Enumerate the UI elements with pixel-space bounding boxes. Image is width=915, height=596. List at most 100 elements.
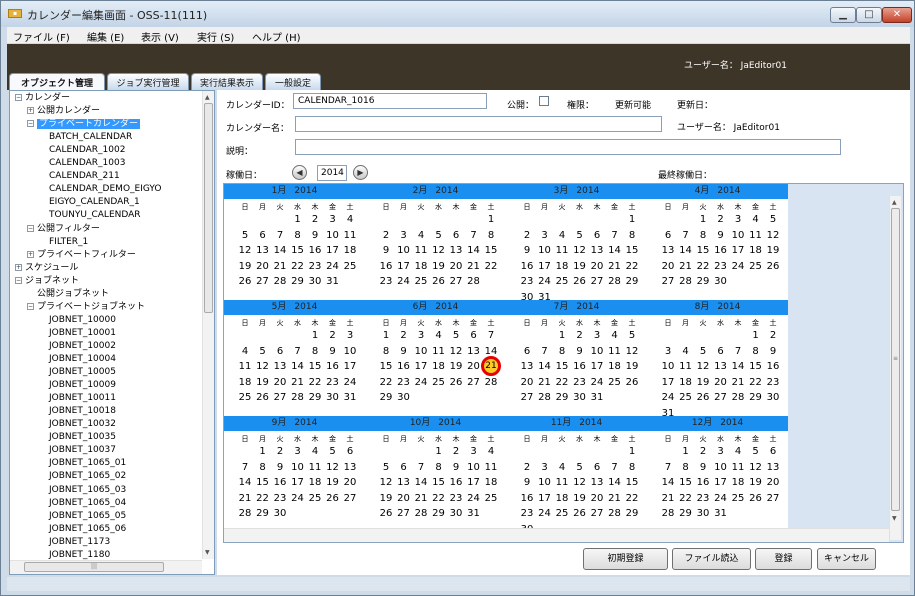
calendar-day[interactable]: 13 bbox=[448, 244, 464, 257]
calendar-day[interactable]: 17 bbox=[537, 260, 553, 273]
calendar-day[interactable]: 27 bbox=[660, 275, 676, 288]
year-input[interactable]: 2014 bbox=[317, 165, 347, 181]
calendar-day[interactable]: 22 bbox=[483, 260, 499, 273]
calendar-day[interactable]: 12 bbox=[255, 360, 271, 373]
calendar-day[interactable]: 24 bbox=[342, 376, 358, 389]
calendar-day[interactable]: 4 bbox=[678, 345, 694, 358]
calendar-day[interactable]: 17 bbox=[396, 260, 412, 273]
calendar-day[interactable]: 9 bbox=[272, 461, 288, 474]
calendar-day[interactable]: 23 bbox=[272, 492, 288, 505]
tree-node[interactable]: + スケジュール bbox=[15, 263, 78, 274]
tree-node[interactable]: JOBNET_10002 bbox=[49, 341, 116, 352]
calendar-day[interactable]: 11 bbox=[237, 360, 253, 373]
calendar-day[interactable]: 11 bbox=[431, 345, 447, 358]
calendar-day[interactable]: 31 bbox=[325, 275, 341, 288]
calendar-day[interactable]: 25 bbox=[748, 260, 764, 273]
calendar-day[interactable]: 1 bbox=[678, 445, 694, 458]
calendar-day[interactable]: 6 bbox=[396, 461, 412, 474]
tree-scroll-thumb[interactable] bbox=[204, 103, 213, 313]
calendar-day[interactable]: 13 bbox=[466, 345, 482, 358]
calendar-day[interactable]: 17 bbox=[589, 360, 605, 373]
calendar-day[interactable]: 22 bbox=[378, 376, 394, 389]
calendar-day[interactable]: 20 bbox=[713, 376, 729, 389]
calendar-day[interactable]: 29 bbox=[378, 391, 394, 404]
calendar-day[interactable]: 4 bbox=[554, 229, 570, 242]
calendar-day[interactable]: 13 bbox=[589, 476, 605, 489]
calendar-day[interactable]: 22 bbox=[695, 260, 711, 273]
calendar-day[interactable]: 4 bbox=[554, 461, 570, 474]
calendar-day[interactable]: 15 bbox=[624, 476, 640, 489]
calendar-day[interactable]: 16 bbox=[378, 260, 394, 273]
calendar-day[interactable]: 4 bbox=[431, 329, 447, 342]
calendar-day[interactable]: 7 bbox=[607, 461, 623, 474]
calendar-day[interactable]: 2 bbox=[307, 213, 323, 226]
calendar-day[interactable]: 29 bbox=[290, 275, 306, 288]
calendar-day[interactable]: 20 bbox=[466, 360, 482, 373]
calendar-day[interactable]: 9 bbox=[396, 345, 412, 358]
initial-register-button[interactable]: 初期登録 bbox=[583, 548, 668, 570]
calendar-day[interactable]: 16 bbox=[307, 244, 323, 257]
calendar-day[interactable]: 16 bbox=[695, 476, 711, 489]
calendar-day[interactable]: 2 bbox=[572, 329, 588, 342]
calendar-day[interactable]: 15 bbox=[307, 360, 323, 373]
calendar-day[interactable]: 2 bbox=[378, 229, 394, 242]
calendar-day[interactable]: 8 bbox=[695, 229, 711, 242]
tree-node[interactable]: JOBNET_1065_01 bbox=[49, 458, 126, 469]
calendar-day[interactable]: 13 bbox=[589, 244, 605, 257]
calendar-day[interactable]: 10 bbox=[589, 345, 605, 358]
calendar-day[interactable]: 6 bbox=[765, 445, 781, 458]
calendar-day[interactable]: 16 bbox=[713, 244, 729, 257]
calendar-day[interactable]: 13 bbox=[272, 360, 288, 373]
tab-object-management[interactable]: オブジェクト管理 bbox=[9, 73, 105, 90]
calendar-day[interactable]: 4 bbox=[307, 445, 323, 458]
calendar-day[interactable]: 23 bbox=[713, 260, 729, 273]
calendar-day[interactable]: 25 bbox=[730, 492, 746, 505]
calendar-day[interactable]: 25 bbox=[431, 376, 447, 389]
calendar-day[interactable]: 26 bbox=[448, 376, 464, 389]
calendar-day[interactable]: 7 bbox=[466, 229, 482, 242]
calendar-day[interactable]: 7 bbox=[413, 461, 429, 474]
object-tree[interactable]: ▲ ▼ ||| − カレンダー + 公開カレンダー − プライベートカレンダー BATCH_… bbox=[9, 90, 215, 575]
calendar-day[interactable]: 14 bbox=[466, 244, 482, 257]
calendar-day[interactable]: 10 bbox=[466, 461, 482, 474]
calendar-day[interactable]: 6 bbox=[589, 229, 605, 242]
calendar-day[interactable]: 9 bbox=[519, 244, 535, 257]
calendar-day[interactable]: 26 bbox=[572, 275, 588, 288]
calendar-day[interactable]: 16 bbox=[325, 360, 341, 373]
calendar-day[interactable]: 21 bbox=[537, 376, 553, 389]
calendar-day[interactable]: 14 bbox=[272, 244, 288, 257]
calendar-day[interactable]: 22 bbox=[307, 376, 323, 389]
calendar-day[interactable]: 10 bbox=[537, 244, 553, 257]
calendar-day[interactable]: 16 bbox=[765, 360, 781, 373]
calendar-day[interactable]: 25 bbox=[342, 260, 358, 273]
calendar-day[interactable]: 1 bbox=[624, 213, 640, 226]
tree-node[interactable]: − カレンダー bbox=[15, 93, 70, 104]
calendar-day[interactable]: 21 bbox=[607, 260, 623, 273]
calendar-day[interactable]: 7 bbox=[483, 329, 499, 342]
tree-node[interactable]: JOBNET_1065_02 bbox=[49, 471, 126, 482]
calendar-day[interactable]: 6 bbox=[519, 345, 535, 358]
calendar-day[interactable]: 6 bbox=[272, 345, 288, 358]
calendar-day[interactable]: 2 bbox=[396, 329, 412, 342]
calendar-day[interactable]: 10 bbox=[396, 244, 412, 257]
tree-node[interactable]: CALENDAR_1002 bbox=[49, 145, 125, 156]
calendar-day[interactable]: 2 bbox=[765, 329, 781, 342]
next-year-button[interactable]: ▶ bbox=[353, 165, 368, 180]
calendar-day[interactable]: 25 bbox=[554, 275, 570, 288]
calendar-day[interactable]: 6 bbox=[713, 345, 729, 358]
calendar-day[interactable]: 18 bbox=[748, 244, 764, 257]
calendar-day[interactable]: 16 bbox=[519, 260, 535, 273]
calendar-day[interactable]: 18 bbox=[237, 376, 253, 389]
tree-node[interactable]: CALENDAR_211 bbox=[49, 171, 120, 182]
calendar-day[interactable]: 27 bbox=[396, 507, 412, 520]
tree-node[interactable]: 公開ジョブネット bbox=[37, 289, 109, 300]
tree-node[interactable]: + プライベートフィルター bbox=[27, 250, 136, 261]
calendar-day[interactable]: 10 bbox=[537, 476, 553, 489]
calendar-day[interactable]: 16 bbox=[396, 360, 412, 373]
calendar-day[interactable]: 18 bbox=[342, 244, 358, 257]
calendar-day[interactable]: 5 bbox=[624, 329, 640, 342]
collapse-icon[interactable]: − bbox=[15, 94, 22, 101]
calendar-day[interactable]: 9 bbox=[307, 229, 323, 242]
calendar-day[interactable]: 29 bbox=[554, 391, 570, 404]
calendar-day[interactable]: 1 bbox=[624, 445, 640, 458]
